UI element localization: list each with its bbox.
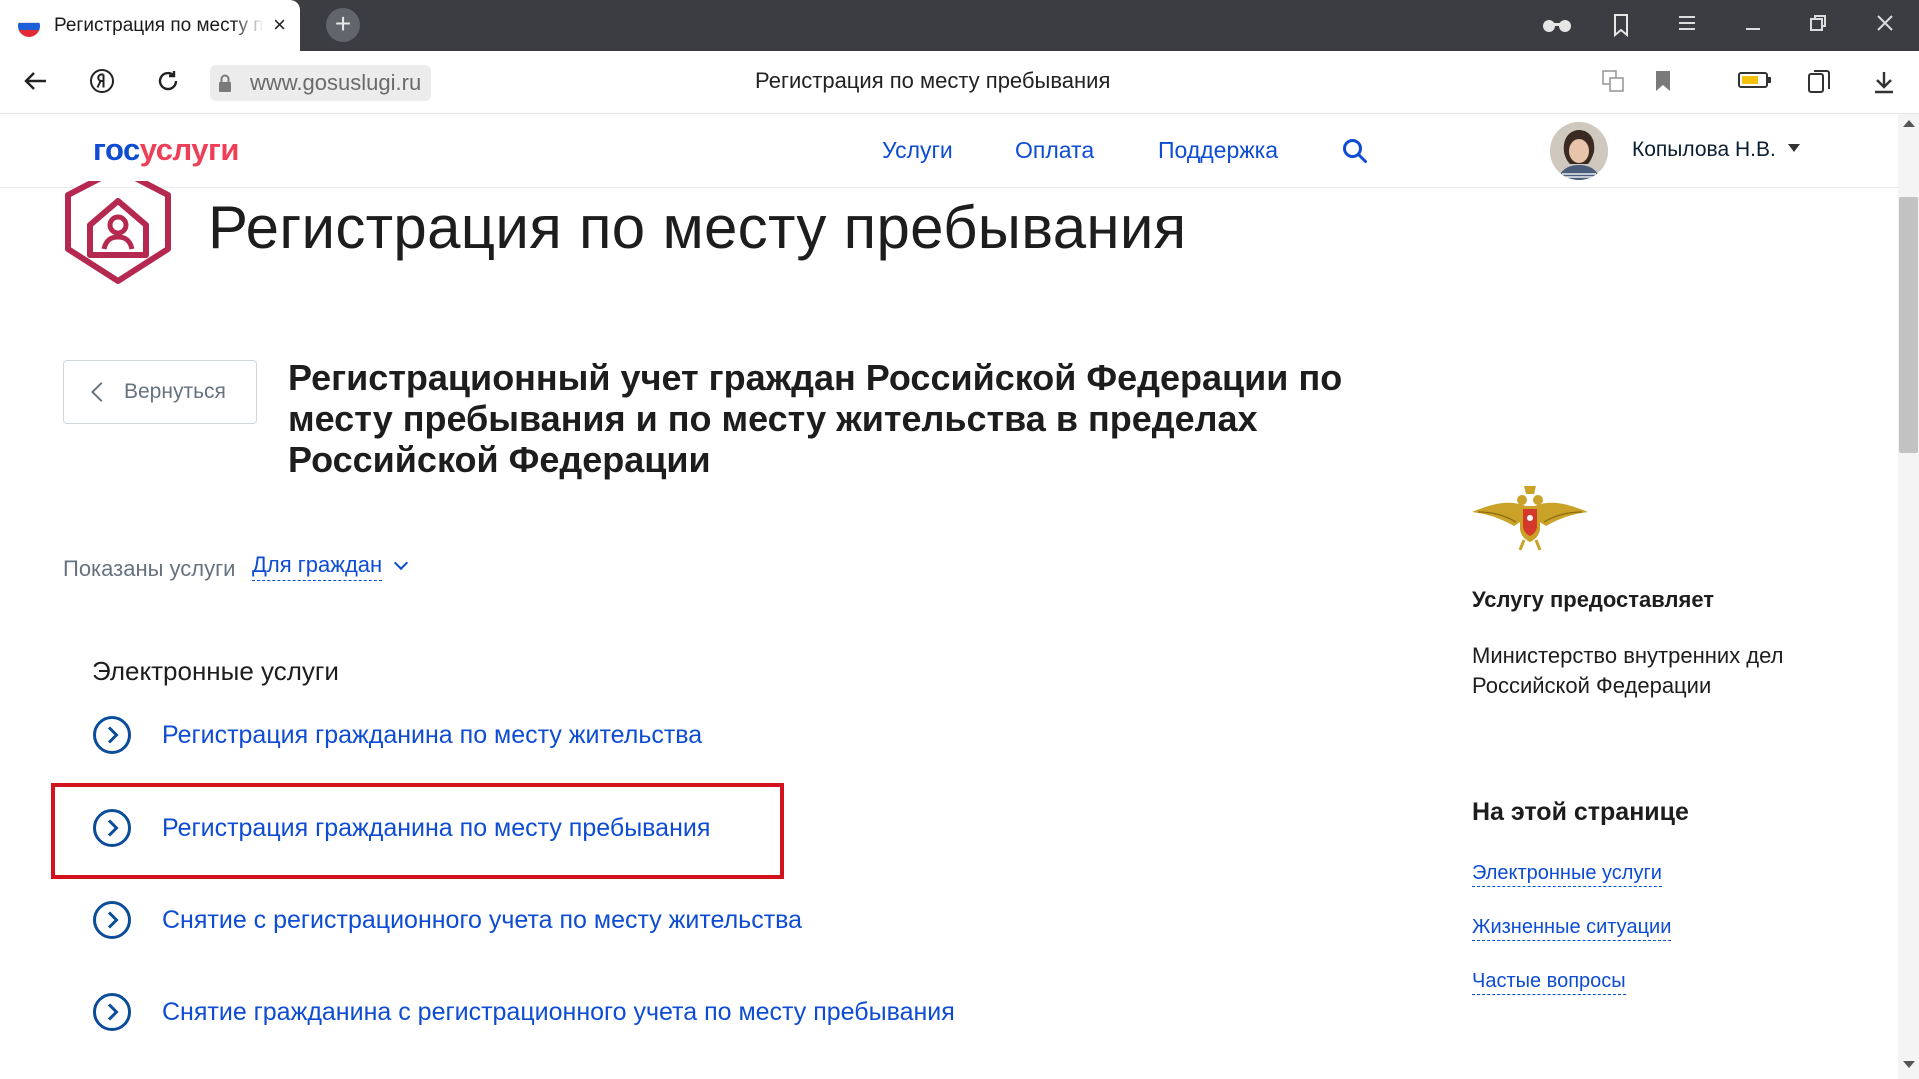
page-title: Регистрация по месту пребывания — [208, 194, 1187, 261]
service-category-title: Регистрационный учет граждан Российской … — [288, 357, 1343, 480]
back-arrow-icon[interactable] — [20, 67, 52, 99]
section-title-electronic-services: Электронные услуги — [92, 656, 339, 686]
chevron-circle-right-icon — [93, 993, 131, 1031]
menu-icon[interactable] — [1672, 12, 1702, 40]
toc-link-life-situations[interactable]: Жизненные ситуации — [1472, 916, 1672, 941]
bookmark-icon[interactable] — [1648, 68, 1678, 98]
avatar[interactable] — [1550, 122, 1608, 180]
site-header: госуслуги Услуги Оплата Поддержка Копыло… — [0, 114, 1898, 188]
service-link-label: Снятие гражданина с регистрационного уче… — [162, 997, 955, 1026]
service-link-label: Регистрация гражданина по месту жительст… — [162, 720, 703, 749]
audience-filter-select[interactable]: Для граждан — [252, 552, 383, 581]
lock-icon — [210, 65, 240, 101]
scrollbar-thumb[interactable] — [1899, 197, 1918, 453]
browser-tab[interactable]: Регистрация по месту пребывания × — [0, 0, 300, 51]
user-menu-caret-icon[interactable] — [1788, 144, 1800, 152]
gosuslugi-logo[interactable]: госуслуги — [93, 132, 239, 168]
logo-part-uslugi: услуги — [139, 132, 240, 167]
reload-icon[interactable] — [152, 67, 184, 99]
new-tab-button[interactable]: + — [326, 8, 360, 42]
address-page-title: Регистрация по месту пребывания — [755, 68, 1111, 93]
collections-icon[interactable] — [1804, 68, 1834, 98]
service-link-label: Снятие с регистрационного учета по месту… — [162, 905, 803, 934]
browser-tab-strip: Регистрация по месту пребывания × + — [0, 0, 1919, 51]
chevron-down-icon[interactable] — [393, 555, 409, 571]
nav-payment[interactable]: Оплата — [1015, 137, 1094, 164]
user-name[interactable]: Копылова Н.В. — [1632, 138, 1776, 162]
chevron-circle-right-icon — [93, 901, 131, 939]
translate-icon[interactable] — [1598, 68, 1628, 98]
address-field[interactable]: www.gosuslugi.ru — [210, 65, 432, 101]
service-link-residence-registration[interactable]: Регистрация гражданина по месту жительст… — [92, 713, 702, 757]
toc-title: На этой странице — [1472, 798, 1689, 826]
restore-window-icon[interactable] — [1803, 12, 1833, 40]
nav-support[interactable]: Поддержка — [1158, 137, 1278, 164]
provider-name: Министерство внутренних дел Российской Ф… — [1472, 643, 1784, 698]
toc-link-faq[interactable]: Частые вопросы — [1472, 970, 1626, 995]
downloads-icon[interactable] — [1869, 68, 1899, 98]
house-person-icon — [60, 166, 176, 287]
back-button-label: Вернуться — [124, 380, 226, 403]
close-window-icon[interactable] — [1870, 12, 1900, 40]
minimize-window-icon[interactable] — [1738, 12, 1768, 40]
browser-address-bar: www.gosuslugi.ru Регистрация по месту пр… — [0, 51, 1919, 114]
url-text: www.gosuslugi.ru — [240, 65, 432, 101]
reader-mode-icon[interactable] — [1540, 12, 1571, 44]
filter-label: Показаны услуги — [63, 556, 236, 581]
service-link-stay-deregistration[interactable]: Снятие гражданина с регистрационного уче… — [92, 990, 955, 1034]
mvd-double-headed-eagle-icon — [1470, 478, 1590, 554]
chevron-left-icon — [91, 382, 111, 402]
back-button[interactable]: Вернуться — [63, 360, 257, 424]
provider-title: Услугу предоставляет — [1472, 587, 1715, 612]
russian-flag-icon — [18, 14, 40, 37]
yandex-icon[interactable] — [86, 67, 118, 99]
scroll-down-arrow-icon[interactable] — [1903, 1061, 1915, 1068]
battery-saver-icon[interactable] — [1736, 68, 1774, 98]
scroll-up-arrow-icon[interactable] — [1903, 120, 1915, 127]
chevron-circle-right-icon — [93, 716, 131, 754]
bookmarks-panel-icon[interactable] — [1606, 12, 1636, 44]
toc-link-electronic-services[interactable]: Электронные услуги — [1472, 862, 1662, 887]
logo-part-gos: гос — [93, 132, 140, 167]
nav-services[interactable]: Услуги — [882, 137, 953, 164]
service-link-residence-deregistration[interactable]: Снятие с регистрационного учета по месту… — [92, 898, 802, 942]
search-icon[interactable] — [1340, 136, 1370, 166]
browser-tab-title: Регистрация по месту пребывания — [54, 14, 264, 36]
tab-close-icon[interactable]: × — [273, 12, 286, 38]
highlight-frame — [51, 783, 784, 879]
